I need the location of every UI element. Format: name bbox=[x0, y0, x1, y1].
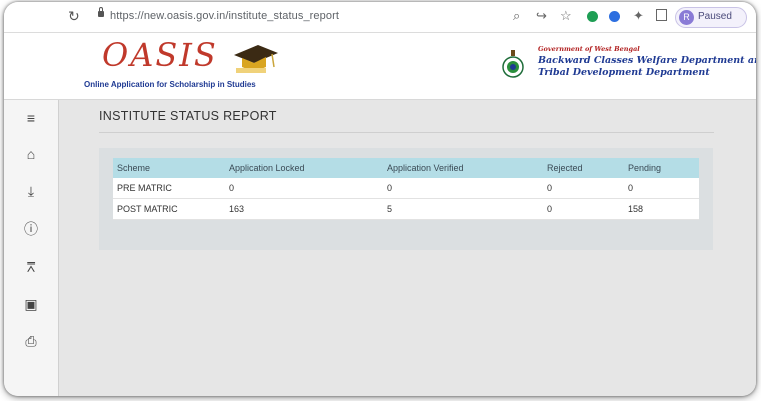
info-icon[interactable]: ⓘ bbox=[23, 221, 39, 237]
column-header-pending: Pending bbox=[628, 163, 662, 173]
side-panel-icon[interactable] bbox=[656, 9, 667, 21]
cell-application-locked: 163 bbox=[225, 198, 383, 220]
profile-button[interactable]: R Paused bbox=[675, 7, 747, 28]
cell-rejected: 0 bbox=[543, 198, 624, 220]
cell-scheme: PRE MATRIC bbox=[113, 178, 225, 199]
reload-icon[interactable]: ↻ bbox=[68, 8, 80, 25]
table-row: PRE MATRIC 0 0 0 0 bbox=[113, 178, 699, 199]
cell-application-verified: 0 bbox=[383, 178, 543, 199]
main-content: INSTITUTE STATUS REPORT Scheme Applicati… bbox=[59, 100, 756, 396]
column-header-scheme: Scheme bbox=[117, 163, 151, 173]
column-header-rejected: Rejected bbox=[547, 163, 583, 173]
government-emblem-icon bbox=[502, 50, 524, 78]
browser-toolbar: ↻ https://new.oasis.gov.in/institute_sta… bbox=[4, 2, 756, 33]
oasis-logo[interactable]: OASIS bbox=[102, 36, 218, 74]
cell-pending: 158 bbox=[624, 198, 699, 220]
menu-icon[interactable]: ≡ bbox=[23, 110, 39, 126]
column-header-application-verified: Application Verified bbox=[387, 163, 464, 173]
bookmark-star-icon[interactable]: ☆ bbox=[560, 8, 572, 24]
institution-icon[interactable]: ⩞ bbox=[23, 259, 39, 275]
extension-icon[interactable] bbox=[587, 11, 598, 22]
address-bar[interactable]: https://new.oasis.gov.in/institute_statu… bbox=[110, 10, 339, 22]
sidebar: ≡ ⌂ ⤓ ⓘ ⩞ ▣ ⎙ bbox=[4, 100, 59, 396]
status-table: Scheme Application Locked Application Ve… bbox=[113, 158, 699, 220]
cell-application-verified: 5 bbox=[383, 198, 543, 220]
extension-icon[interactable] bbox=[609, 11, 620, 22]
extensions-puzzle-icon[interactable]: ✦ bbox=[633, 8, 644, 24]
cell-application-locked: 0 bbox=[225, 178, 383, 199]
logo-tagline: Online Application for Scholarship in St… bbox=[84, 80, 256, 89]
divider bbox=[99, 132, 714, 133]
zoom-icon[interactable]: ⌕ bbox=[513, 8, 520, 24]
profile-status: Paused bbox=[698, 11, 732, 22]
graduation-cap-icon bbox=[234, 45, 278, 73]
site-header: OASIS Online Application for Scholarship… bbox=[4, 33, 756, 100]
page-title: INSTITUTE STATUS REPORT bbox=[99, 109, 277, 123]
print-icon[interactable]: ⎙ bbox=[23, 333, 39, 349]
lock-icon[interactable]: ▣ bbox=[23, 296, 39, 312]
table-header-row: Scheme Application Locked Application Ve… bbox=[113, 158, 699, 178]
cell-pending: 0 bbox=[624, 178, 699, 199]
department-line-2: Tribal Development Department bbox=[538, 67, 710, 78]
download-icon[interactable]: ⤓ bbox=[23, 183, 39, 199]
column-header-application-locked: Application Locked bbox=[229, 163, 305, 173]
avatar: R bbox=[679, 10, 694, 25]
home-icon[interactable]: ⌂ bbox=[23, 146, 39, 162]
browser-window: ↻ https://new.oasis.gov.in/institute_sta… bbox=[4, 2, 756, 396]
share-icon[interactable]: ↪ bbox=[536, 8, 547, 24]
lock-icon[interactable] bbox=[98, 7, 104, 17]
government-label: Government of West Bengal bbox=[538, 45, 640, 53]
report-panel: Scheme Application Locked Application Ve… bbox=[99, 148, 713, 250]
department-line-1: Backward Classes Welfare Department and bbox=[538, 55, 756, 66]
cell-rejected: 0 bbox=[543, 178, 624, 199]
cell-scheme: POST MATRIC bbox=[113, 198, 225, 220]
table-row: POST MATRIC 163 5 0 158 bbox=[113, 198, 699, 220]
